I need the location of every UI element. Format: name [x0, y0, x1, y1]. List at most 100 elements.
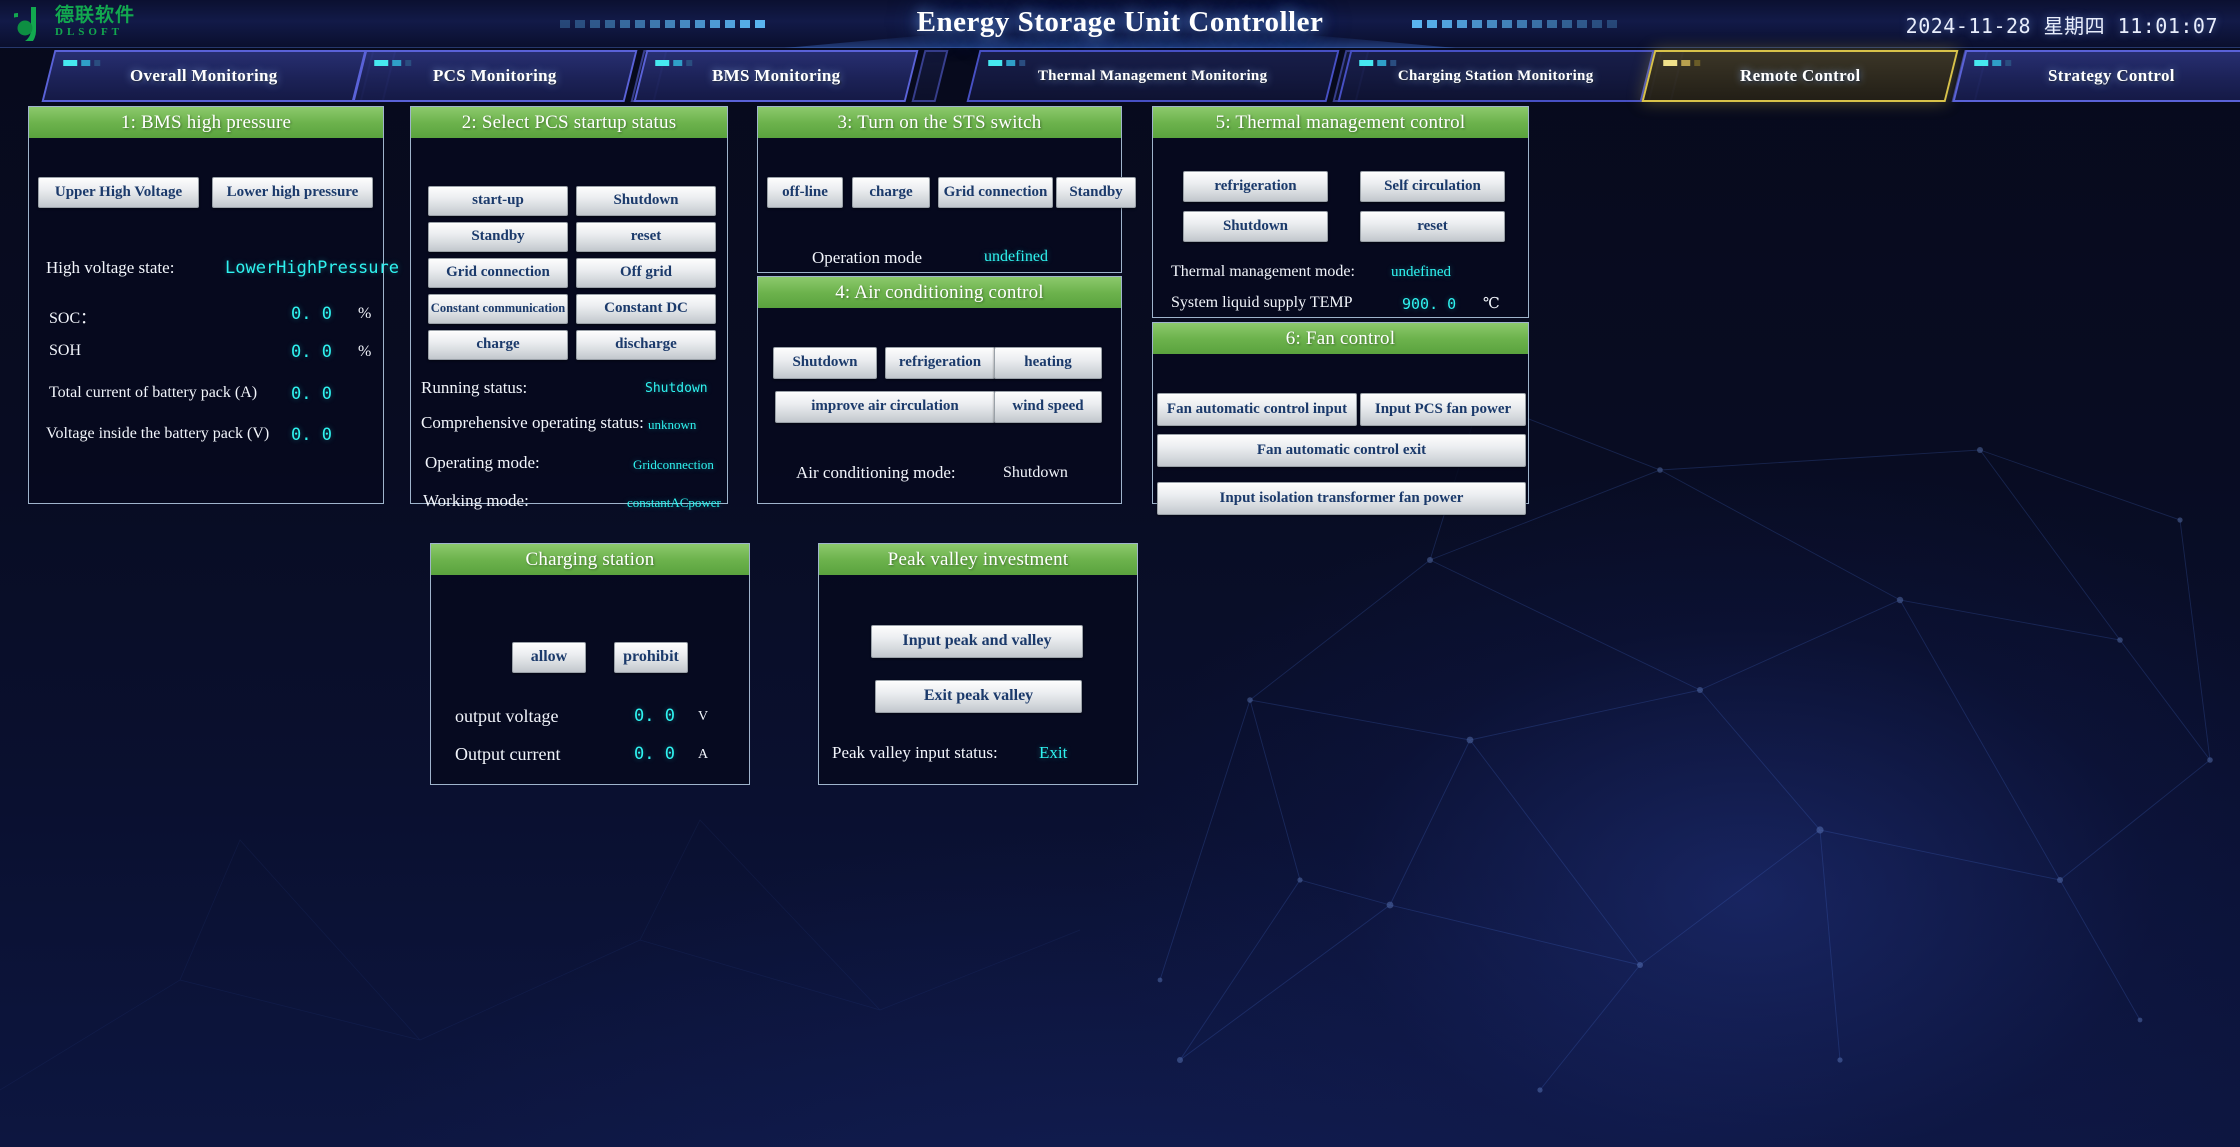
- panel-sts-switch: 3: Turn on the STS switch off-line charg…: [757, 106, 1136, 273]
- value-battery-pack-voltage: 0. 0: [291, 425, 332, 445]
- panel-pcs-startup-status: 2: Select PCS startup status start-up Sh…: [410, 106, 728, 510]
- label-total-battery-current: Total current of battery pack (A): [49, 384, 258, 401]
- value-soc: 0. 0: [291, 304, 332, 324]
- tab-strategy-control[interactable]: Strategy Control: [1952, 50, 2240, 102]
- button-sts-off-line[interactable]: off-line: [767, 177, 843, 208]
- dash-segment: [1457, 20, 1467, 28]
- button-lower-high-pressure[interactable]: Lower high pressure: [212, 177, 373, 208]
- label-operating-mode: Operating mode:: [425, 453, 540, 472]
- value-system-liquid-supply-temp: 900. 0: [1402, 295, 1457, 313]
- tab-label: Thermal Management Monitoring: [1038, 67, 1268, 84]
- button-thermal-self-circulation[interactable]: Self circulation: [1360, 171, 1505, 202]
- panel-fan-control: 6: Fan control Fan automatic control inp…: [1152, 322, 1529, 515]
- tab-label: Strategy Control: [2047, 66, 2175, 85]
- button-input-isolation-transformer-fan-power[interactable]: Input isolation transformer fan power: [1157, 482, 1526, 515]
- header-dash-decoration-right: [1412, 20, 1617, 28]
- button-thermal-shutdown[interactable]: Shutdown: [1183, 211, 1328, 242]
- dash-segment: [1442, 20, 1452, 28]
- dash-segment: [1487, 20, 1497, 28]
- tab-label: Remote Control: [1739, 66, 1861, 85]
- dash-segment: [1472, 20, 1482, 28]
- panel6-title: 6: Fan control: [1153, 323, 1528, 354]
- button-ac-heating[interactable]: heating: [994, 347, 1102, 379]
- button-sts-grid-connection[interactable]: Grid connection: [938, 177, 1053, 208]
- button-pcs-reset[interactable]: reset: [576, 222, 716, 252]
- button-fan-automatic-control-input[interactable]: Fan automatic control input: [1157, 393, 1357, 426]
- button-exit-peak-valley[interactable]: Exit peak valley: [875, 680, 1082, 713]
- value-high-voltage-state: LowerHighPressure: [225, 258, 399, 278]
- tab-thermal-management-monitoring[interactable]: Thermal Management Monitoring: [966, 50, 1340, 102]
- button-pcs-off-grid[interactable]: Off grid: [576, 258, 716, 288]
- button-pcs-charge[interactable]: charge: [428, 330, 568, 360]
- panel1-title: 1: BMS high pressure: [29, 107, 383, 138]
- value-thermal-management-mode: undefined: [1391, 264, 1451, 280]
- button-upper-high-voltage[interactable]: Upper High Voltage: [38, 177, 199, 208]
- label-comprehensive-operating-status: Comprehensive operating status:: [421, 413, 644, 432]
- app-header: 德联软件 DLSOFT Energy Storage Unit Controll…: [0, 0, 2240, 48]
- label-soc: SOC：: [49, 310, 97, 327]
- dash-segment: [1532, 20, 1542, 28]
- tab-pcs-monitoring[interactable]: PCS Monitoring: [352, 50, 638, 102]
- unit-soc: %: [358, 305, 372, 322]
- tab-dash-icon: [1974, 60, 2012, 66]
- button-pcs-shutdown[interactable]: Shutdown: [576, 186, 716, 216]
- tab-dash-icon: [1359, 60, 1397, 66]
- panel-thermal-management-control: 5: Thermal management control refrigerat…: [1152, 106, 1529, 344]
- tab-dash-icon: [63, 60, 101, 66]
- panel-charging-title: Charging station: [431, 544, 749, 575]
- button-thermal-refrigeration[interactable]: refrigeration: [1183, 171, 1328, 202]
- panel4-title: 4: Air conditioning control: [758, 277, 1121, 308]
- button-input-peak-and-valley[interactable]: Input peak and valley: [871, 625, 1083, 658]
- label-output-current: Output current: [455, 744, 561, 764]
- main-navigation-tabs: Overall Monitoring PCS Monitoring BMS Moni…: [0, 50, 2240, 102]
- dash-segment: [1502, 20, 1512, 28]
- value-comprehensive-operating-status: unknown: [648, 417, 697, 432]
- button-ac-wind-speed[interactable]: wind speed: [994, 391, 1102, 423]
- label-output-voltage: output voltage: [455, 706, 559, 726]
- tab-echo-decoration-2: [911, 50, 949, 102]
- tab-remote-control[interactable]: Remote Control: [1641, 50, 1959, 102]
- button-pcs-grid-connection[interactable]: Grid connection: [428, 258, 568, 288]
- button-thermal-reset[interactable]: reset: [1360, 211, 1505, 242]
- button-pcs-constant-communication[interactable]: Constant communication: [428, 294, 568, 324]
- button-ac-improve-air-circulation[interactable]: improve air circulation: [775, 391, 995, 423]
- button-charging-allow[interactable]: allow: [512, 642, 586, 673]
- button-charging-prohibit[interactable]: prohibit: [614, 642, 688, 673]
- tab-label: Overall Monitoring: [130, 66, 278, 85]
- tab-overall-monitoring[interactable]: Overall Monitoring: [41, 50, 367, 102]
- button-pcs-start-up[interactable]: start-up: [428, 186, 568, 216]
- label-soh: SOH: [49, 342, 82, 359]
- panel3-title: 3: Turn on the STS switch: [758, 107, 1121, 138]
- value-total-battery-current: 0. 0: [291, 384, 332, 404]
- button-pcs-discharge[interactable]: discharge: [576, 330, 716, 360]
- tab-label: Charging Station Monitoring: [1398, 67, 1594, 84]
- label-air-conditioning-mode: Air conditioning mode:: [796, 463, 956, 482]
- dash-segment: [1577, 20, 1587, 28]
- label-operation-mode: Operation mode: [812, 248, 922, 267]
- label-working-mode: Working mode:: [423, 491, 529, 510]
- label-battery-pack-voltage: Voltage inside the battery pack (V): [46, 425, 270, 442]
- value-peak-valley-input-status: Exit: [1039, 743, 1068, 762]
- button-ac-shutdown[interactable]: Shutdown: [773, 347, 877, 379]
- button-sts-standby[interactable]: Standby: [1056, 177, 1136, 208]
- dash-segment: [1592, 20, 1602, 28]
- value-operation-mode: undefined: [984, 248, 1048, 265]
- tab-bms-monitoring[interactable]: BMS Monitoring: [633, 50, 919, 102]
- unit-output-voltage: V: [698, 709, 709, 724]
- tab-charging-station-monitoring[interactable]: Charging Station Monitoring: [1337, 50, 1655, 102]
- button-ac-refrigeration[interactable]: refrigeration: [885, 347, 995, 379]
- tab-dash-icon: [1663, 60, 1701, 66]
- button-pcs-standby[interactable]: Standby: [428, 222, 568, 252]
- panel2-title: 2: Select PCS startup status: [411, 107, 727, 138]
- value-running-status: Shutdown: [645, 381, 708, 396]
- tab-dash-icon: [988, 60, 1026, 66]
- value-soh: 0. 0: [291, 342, 332, 362]
- label-thermal-management-mode: Thermal management mode:: [1171, 263, 1355, 280]
- panel-bms-high-pressure: 1: BMS high pressure Upper High Voltage …: [28, 106, 399, 504]
- button-pcs-constant-dc[interactable]: Constant DC: [576, 294, 716, 324]
- button-input-pcs-fan-power[interactable]: Input PCS fan power: [1360, 393, 1526, 426]
- tab-dash-icon: [655, 60, 693, 66]
- panel-peak-title: Peak valley investment: [819, 544, 1137, 575]
- button-sts-charge[interactable]: charge: [852, 177, 930, 208]
- button-fan-automatic-control-exit[interactable]: Fan automatic control exit: [1157, 434, 1526, 467]
